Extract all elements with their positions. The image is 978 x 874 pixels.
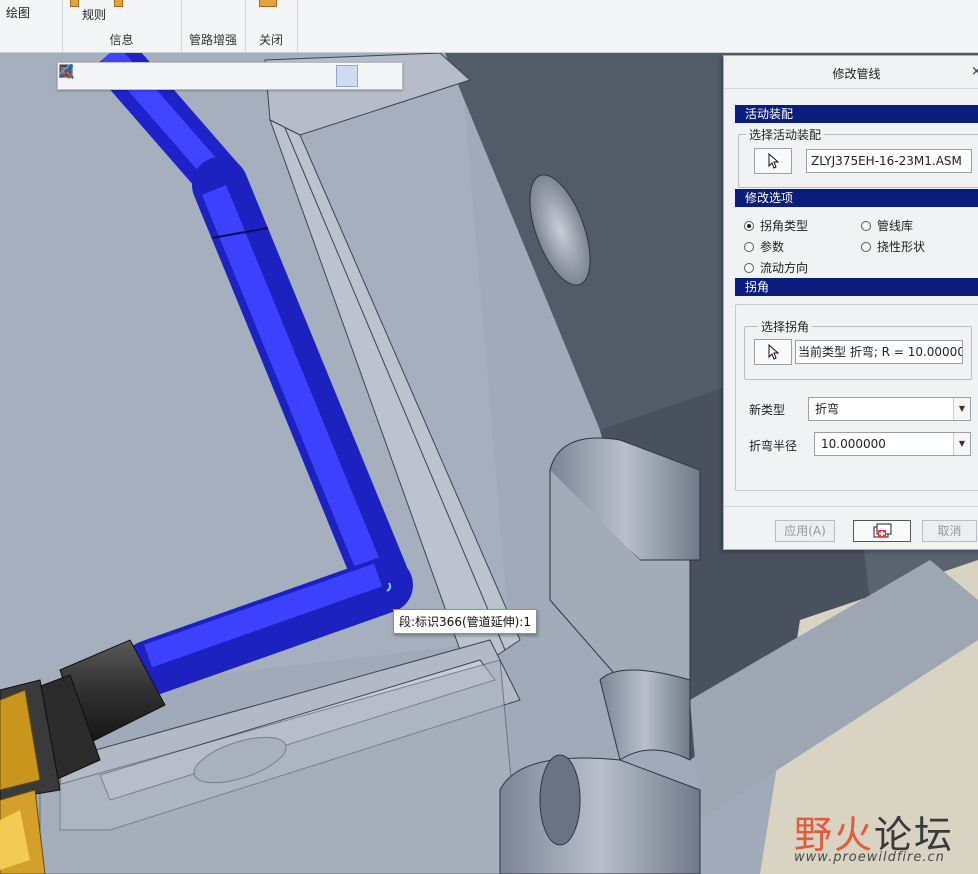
close-group-caption: 关闭 [258,33,283,47]
option-parameters[interactable]: 参数 [744,238,784,255]
view-manager-icon[interactable] [60,64,233,87]
watermark-url: www.proewildfire.cn [794,850,945,865]
select-corner-button[interactable] [754,339,792,365]
cursor-arrow-icon [768,344,780,360]
radio-icon [861,241,871,252]
modify-pipeline-dialog: 修改管线 × 活动装配 选择活动装配 ZLYJ375EH-16-23M1.ASM… [723,55,978,550]
option-corner-type[interactable]: 拐角类型 [744,217,808,234]
view-toolbar [57,62,403,90]
saved-views-icon[interactable] [60,65,208,87]
spin-center-icon[interactable] [59,64,333,87]
bend-radius-label: 折弯半径 [749,439,798,453]
repaint-icon[interactable] [60,65,158,87]
chevron-down-icon[interactable]: ▼ [953,398,970,420]
annotation-icon[interactable] [59,65,308,87]
zoom-out-icon[interactable] [59,64,133,87]
new-type-select[interactable]: 折弯 ▼ [808,397,971,421]
ribbon-group-info: 规则 信息 [62,0,182,52]
radio-icon [744,262,754,273]
select-corner-legend: 选择拐角 [758,318,813,335]
radio-icon [861,220,871,231]
draw-label[interactable]: 绘图 [6,4,30,21]
rules-label[interactable]: 规则 [82,6,106,23]
option-flexible-shape[interactable]: 挠性形状 [861,238,925,255]
ribbon-group-pipe-enhance: 管路增强 [181,0,246,52]
current-corner-info: 当前类型 折弯; R = 10.000000 [795,340,963,364]
active-assembly-header: 活动装配 [735,105,978,123]
bend-radius-value: 10.000000 [821,437,886,451]
ribbon-group-draw: 绘图 [0,0,63,52]
option-pipeline-library[interactable]: 管线库 [861,217,913,234]
cursor-arrow-icon [768,153,780,169]
radio-selected-icon [744,220,754,231]
sketch-display-icon[interactable] [59,64,358,87]
ribbon-icon[interactable] [70,0,79,7]
info-group-caption: 信息 [109,33,134,47]
datum-display-icon[interactable] [59,65,283,87]
dialog-title: 修改管线 [832,67,881,81]
watermark-logo: 野火论坛 www.proewildfire.cn [790,800,970,870]
select-assembly-button[interactable] [754,148,792,174]
corner-header: 拐角 [735,278,978,296]
radio-icon [744,241,754,252]
new-type-label: 新类型 [749,403,786,417]
cancel-button[interactable]: 取消 [922,520,977,542]
selection-tooltip: 段:标识366(管道延伸):1 [393,609,537,634]
preview-icon [873,523,892,538]
apply-button[interactable]: 应用(A) [775,520,835,542]
pipe-enhance-caption: 管路增强 [188,33,237,47]
active-assembly-field[interactable]: ZLYJ375EH-16-23M1.ASM [806,149,972,173]
pipe-display-icon[interactable] [59,64,383,87]
zoom-in-icon[interactable] [59,64,108,87]
ribbon: 绘图 规则 信息 管路增强 关闭 [0,0,978,53]
dialog-titlebar[interactable]: 修改管线 × [724,56,978,89]
ribbon-group-close: 关闭 [245,0,298,52]
perspective-icon[interactable] [60,65,258,87]
close-icon[interactable]: × [971,64,978,79]
new-type-value: 折弯 [815,402,840,416]
bend-radius-input[interactable]: 10.000000 ▼ [814,432,971,456]
preview-button[interactable] [853,520,911,542]
dialog-divider [724,506,978,507]
select-assembly-legend: 选择活动装配 [746,126,825,143]
chevron-down-icon[interactable]: ▼ [953,433,970,455]
ribbon-icon[interactable] [114,0,123,7]
close-icon[interactable] [259,0,277,7]
modify-options-header: 修改选项 [735,189,978,207]
option-flow-direction[interactable]: 流动方向 [744,259,808,276]
display-style-icon[interactable] [60,65,183,87]
